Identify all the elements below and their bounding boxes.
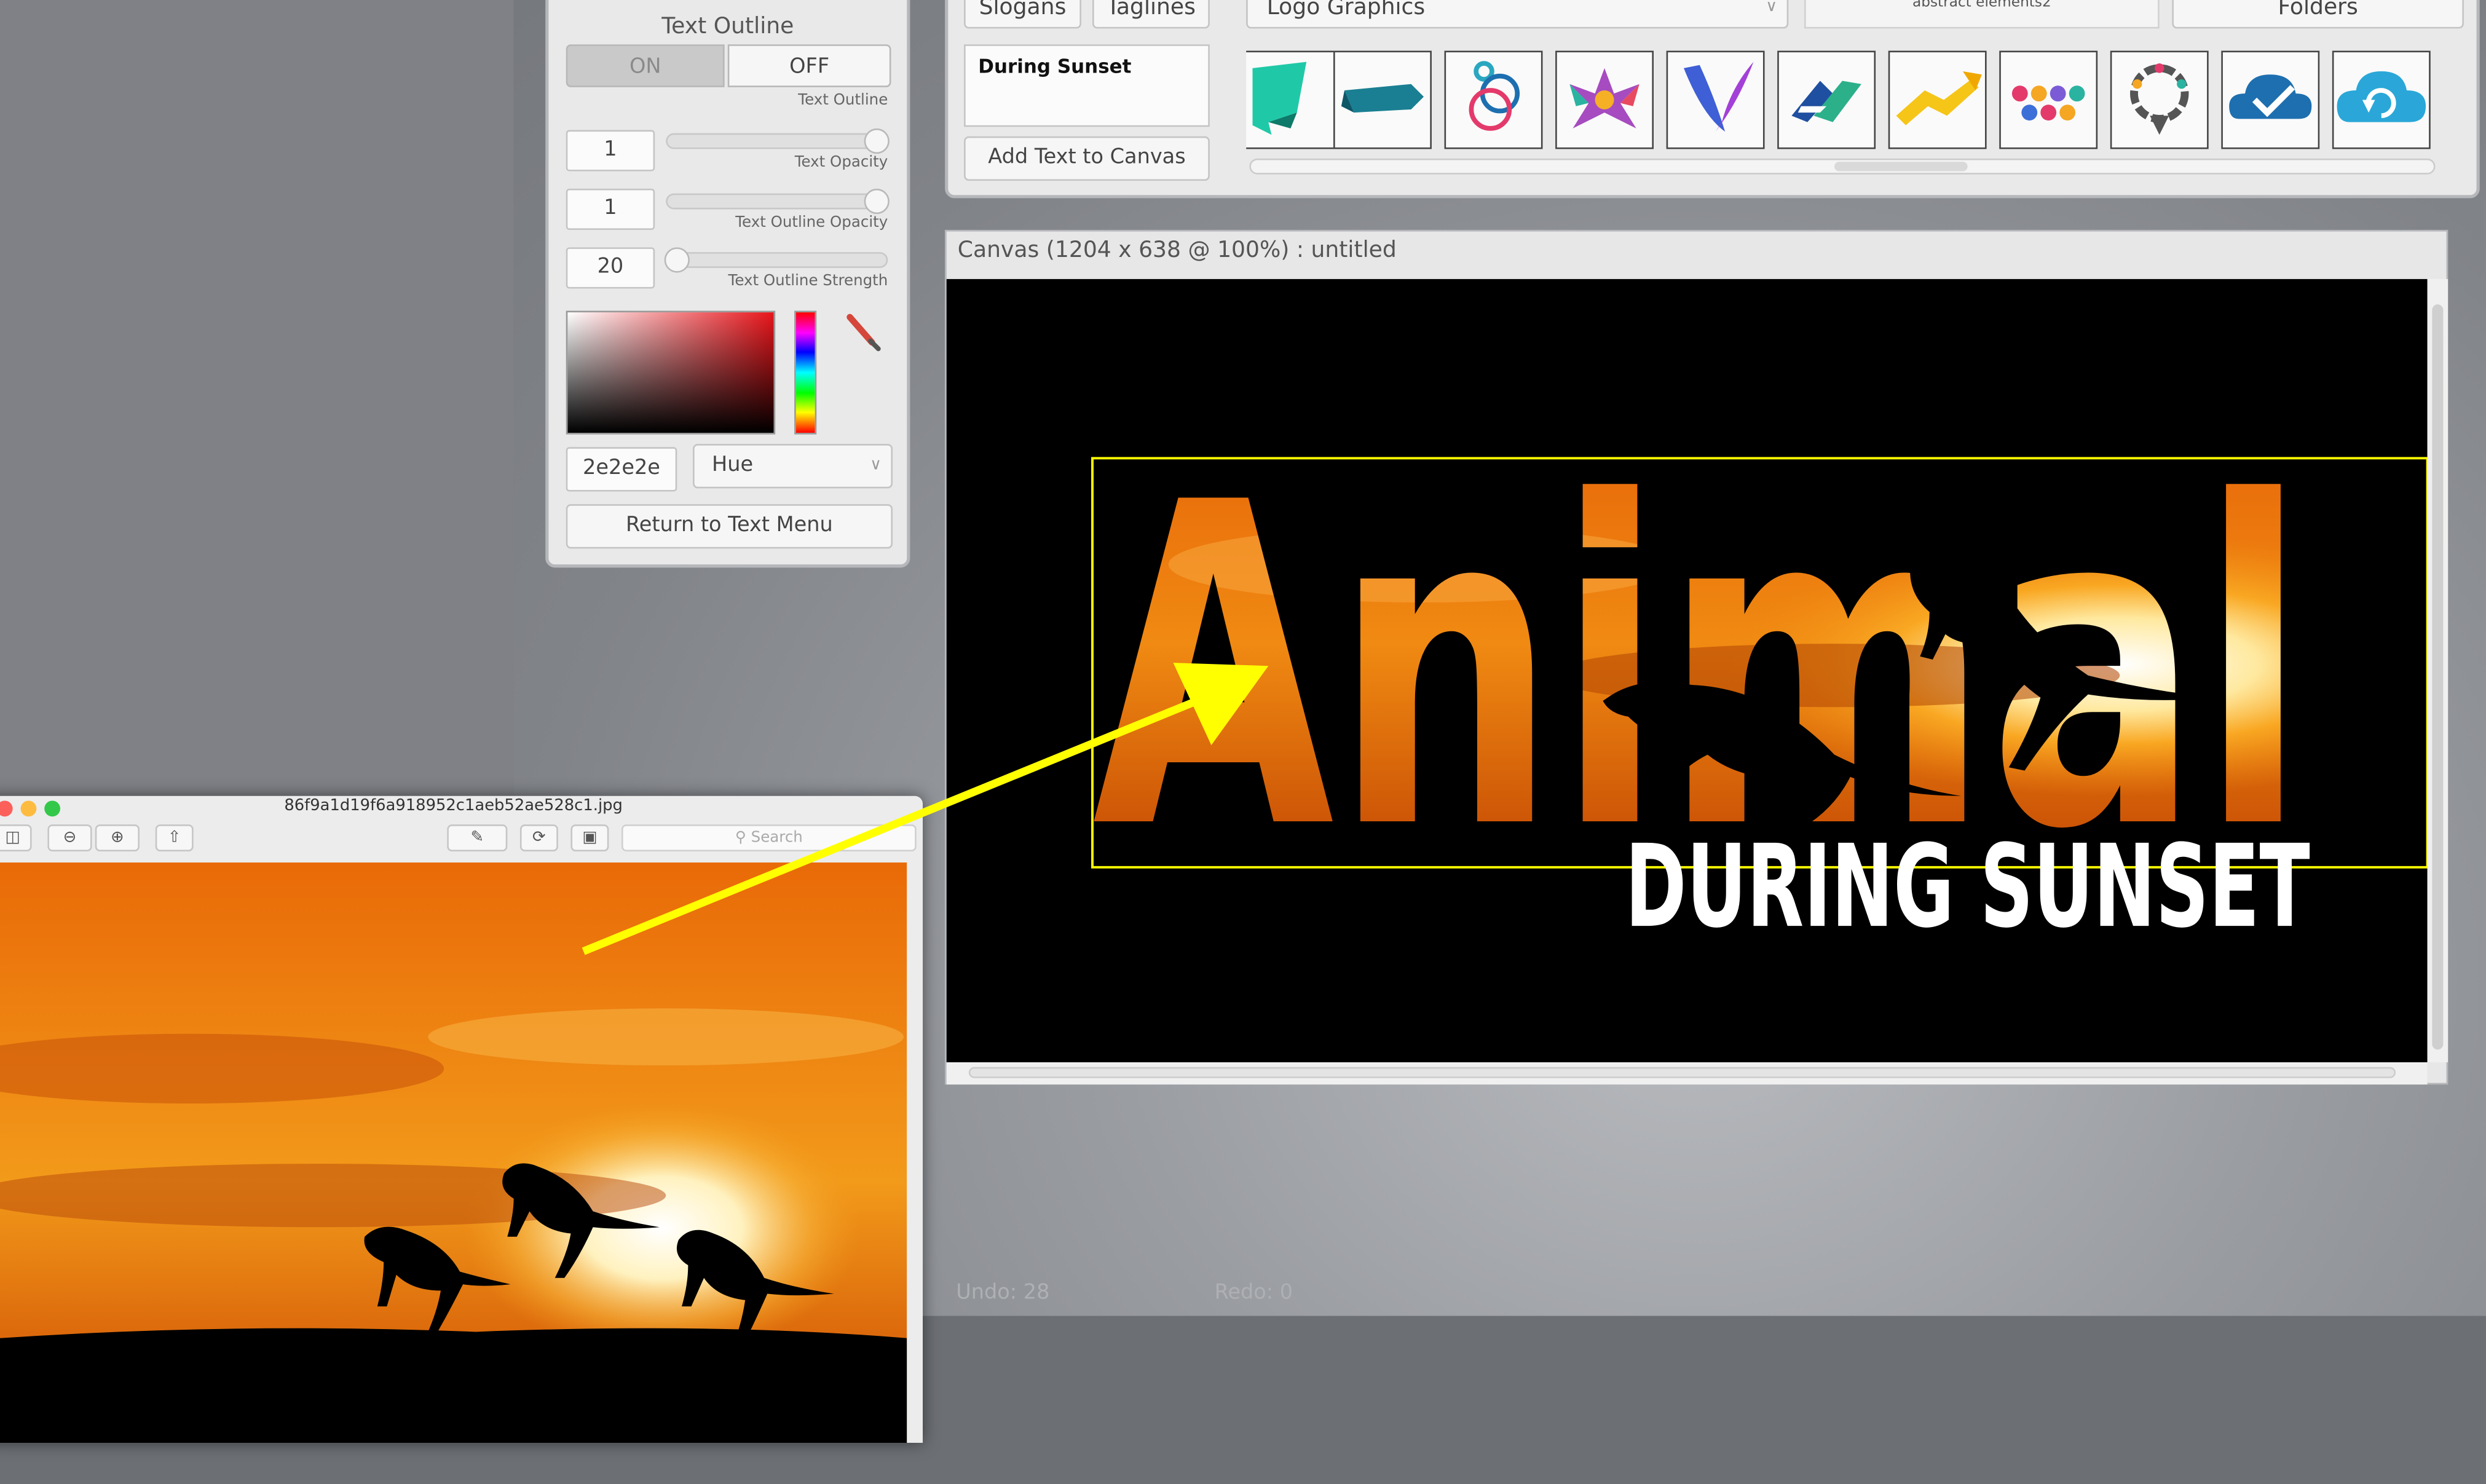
outline-opacity-knob[interactable] — [864, 188, 890, 215]
zoom-out-icon[interactable]: ⊖ — [47, 824, 92, 851]
canvas-vscroll-thumb[interactable] — [2432, 304, 2444, 1050]
search-icon: ⚲ — [735, 829, 751, 847]
canvas-horizontal-scrollbar[interactable] — [946, 1062, 2428, 1085]
canvas-title: Canvas (1204 x 638 @ 100%) : untitled — [957, 237, 1397, 264]
chain-dots-icon[interactable] — [1999, 50, 2098, 149]
preview-filename: 86f9a1d19f6a918952c1aeb52ae528c1.jpg — [284, 797, 623, 815]
canvas-artwork[interactable]: Animal DURING SUNSET — [947, 279, 2428, 1062]
kangaroo-sunset-photo — [0, 862, 907, 1443]
eyedropper-icon[interactable] — [843, 311, 885, 358]
cloud-refresh-icon[interactable] — [2332, 50, 2431, 149]
add-text-to-canvas-button[interactable]: Add Text to Canvas — [964, 136, 1210, 181]
text-preview-box[interactable]: During Sunset — [964, 44, 1210, 127]
wing-icon[interactable] — [1666, 50, 1765, 149]
logo-category-select[interactable]: Logo Graphics ∨ — [1246, 0, 1789, 29]
tab-taglines[interactable]: Taglines — [1092, 0, 1210, 29]
yellow-arrow-icon[interactable] — [1888, 50, 1987, 149]
redo-count: Redo: 0 — [1214, 1281, 1293, 1305]
outline-strength-slider[interactable] — [666, 252, 888, 268]
canvas-window: Canvas (1204 x 638 @ 100%) : untitled DU… — [945, 229, 2449, 1085]
chevron-down-icon: ∨ — [870, 456, 882, 475]
logo-category-value: Logo Graphics — [1266, 0, 1426, 21]
text-opacity-slider[interactable] — [666, 133, 888, 149]
outline-strength-knob[interactable] — [664, 247, 690, 273]
star-people-icon[interactable] — [1555, 50, 1654, 149]
return-to-text-menu-button[interactable]: Return to Text Menu — [566, 504, 893, 549]
text-opacity-knob[interactable] — [864, 128, 890, 154]
tab-slogans[interactable]: Slogans — [964, 0, 1081, 29]
undo-count: Undo: 28 — [956, 1281, 1050, 1305]
diamond-arrows-icon[interactable] — [1777, 50, 1876, 149]
graphics-scrollbar[interactable] — [1249, 158, 2436, 175]
search-placeholder: Search — [751, 829, 803, 847]
color-picker-square[interactable] — [566, 310, 776, 435]
folder-name-field: abstract elements2 — [1804, 0, 2160, 29]
toolbox-icon[interactable]: ▣ — [570, 824, 609, 851]
canvas-vertical-scrollbar[interactable] — [2427, 278, 2449, 1062]
outline-strength-label: Text Outline Strength — [728, 272, 888, 290]
canvas-hscroll-thumb[interactable] — [968, 1067, 2396, 1078]
cloud-check-icon[interactable] — [2221, 50, 2320, 149]
zoom-in-icon[interactable]: ⊕ — [95, 824, 140, 851]
rotate-icon[interactable]: ⟳ — [519, 824, 558, 851]
subtitle-text[interactable]: DURING SUNSET — [1625, 820, 2310, 953]
hue-slider-strip[interactable] — [794, 310, 817, 435]
text-and-graphics-panel: Slogans Taglines During Sunset Add Text … — [945, 0, 2480, 199]
chevron-down-icon: ∨ — [1766, 0, 1778, 16]
sidebar-toggle-icon[interactable]: ◫ — [0, 824, 32, 851]
preview-search-input[interactable]: ⚲ Search — [622, 824, 917, 851]
hex-color-input[interactable]: 2e2e2e — [566, 447, 677, 492]
share-icon[interactable]: ⇧ — [155, 824, 194, 851]
rings-icon[interactable] — [1444, 50, 1543, 149]
image-preview-window: 86f9a1d19f6a918952c1aeb52ae528c1.jpg ◫ ⊖… — [0, 795, 923, 1443]
outline-on-button[interactable]: ON — [566, 44, 725, 87]
graphics-scrollbar-thumb[interactable] — [1834, 162, 1968, 172]
folders-button[interactable]: Folders — [2172, 0, 2464, 29]
toggle-caption: Text Outline — [798, 92, 888, 109]
design-canvas[interactable]: Animal DURING SUNSET — [946, 278, 2428, 1062]
green-ribbon-icon[interactable] — [1246, 50, 1345, 149]
outline-opacity-label: Text Outline Opacity — [735, 214, 888, 232]
headline-photo-fill — [1092, 437, 2307, 850]
teal-banner-icon[interactable] — [1333, 50, 1432, 149]
markup-pen-icon[interactable]: ✎ — [447, 824, 508, 851]
speech-ring-icon[interactable] — [2110, 50, 2209, 149]
text-opacity-label: Text Opacity — [794, 154, 888, 172]
text-outline-panel: Text Outline ON OFF Text Outline 1 Text … — [545, 0, 910, 568]
color-mode-select[interactable]: Hue ∨ — [693, 444, 893, 489]
outline-opacity-slider[interactable] — [666, 193, 888, 210]
outline-off-button[interactable]: OFF — [727, 44, 891, 87]
color-mode-value: Hue — [712, 453, 754, 478]
panel-title: Text Outline — [661, 14, 794, 40]
